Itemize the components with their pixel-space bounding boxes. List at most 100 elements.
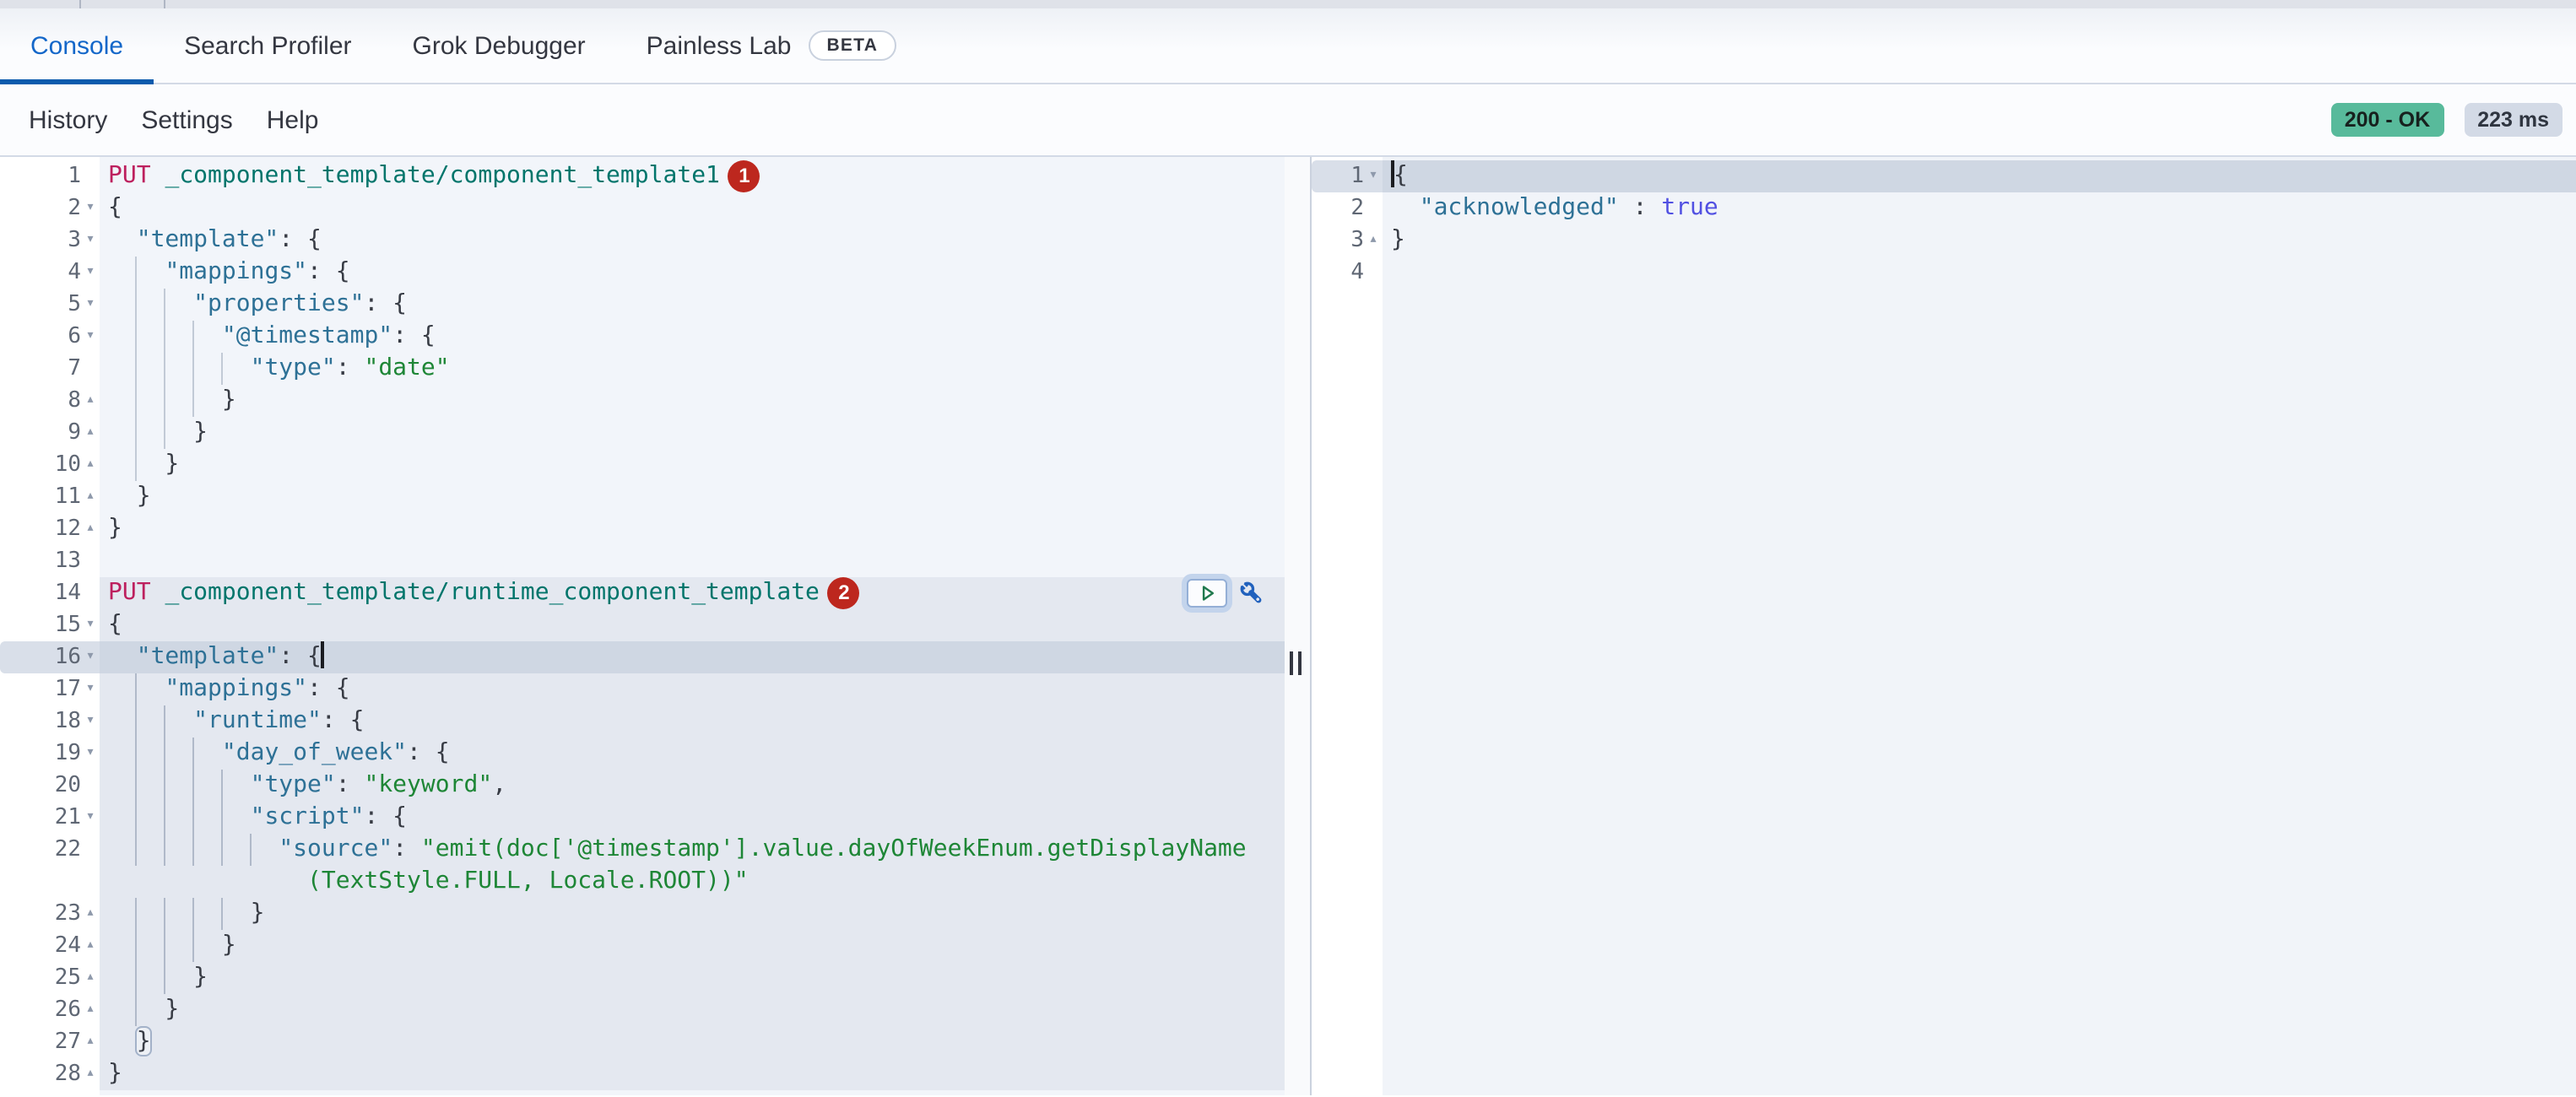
fold-open-icon[interactable]: ▾ xyxy=(81,641,100,673)
code-text[interactable]: "acknowledged" : true xyxy=(1383,192,2576,224)
fold-close-icon[interactable]: ▴ xyxy=(81,513,100,545)
fold-close-icon[interactable]: ▴ xyxy=(81,898,100,930)
editor-line[interactable]: 15▾{ xyxy=(0,609,1285,641)
code-text[interactable]: PUT _component_template/runtime_componen… xyxy=(100,577,1285,609)
fold-open-icon[interactable]: ▾ xyxy=(81,738,100,770)
code-text[interactable] xyxy=(100,545,1285,577)
code-text[interactable]: "mappings": { xyxy=(100,673,1285,705)
code-text[interactable]: "type": "date" xyxy=(100,353,1285,385)
editor-line[interactable]: 23▴ } xyxy=(0,898,1285,930)
editor-line[interactable]: 2 "acknowledged" : true xyxy=(1312,192,2576,224)
editor-line[interactable]: 8▴ } xyxy=(0,385,1285,417)
code-text[interactable]: } xyxy=(100,994,1285,1026)
fold-open-icon[interactable]: ▾ xyxy=(1364,160,1383,192)
editor-line[interactable]: 27▴ } xyxy=(0,1026,1285,1058)
code-text[interactable]: } xyxy=(100,449,1285,481)
fold-open-icon[interactable]: ▾ xyxy=(81,224,100,257)
editor-line[interactable]: 1PUT _component_template/component_templ… xyxy=(0,160,1285,192)
editor-line[interactable]: 10▴ } xyxy=(0,449,1285,481)
fold-close-icon[interactable]: ▴ xyxy=(1364,224,1383,257)
editor-line[interactable]: 4▾ "mappings": { xyxy=(0,257,1285,289)
menu-help[interactable]: Help xyxy=(267,105,319,134)
code-text[interactable]: "type": "keyword", xyxy=(100,770,1285,802)
code-text[interactable] xyxy=(1383,257,2576,289)
editor-line[interactable]: 5▾ "properties": { xyxy=(0,289,1285,321)
editor-line[interactable]: 9▴ } xyxy=(0,417,1285,449)
code-text[interactable]: } xyxy=(100,930,1285,962)
code-text[interactable]: } xyxy=(1383,224,2576,257)
code-text[interactable]: { xyxy=(100,192,1285,224)
editor-line[interactable]: 14PUT _component_template/runtime_compon… xyxy=(0,577,1285,609)
editor-line[interactable]: 21▾ "script": { xyxy=(0,802,1285,834)
fold-close-icon[interactable]: ▴ xyxy=(81,481,100,513)
code-text[interactable]: } xyxy=(100,385,1285,417)
editor-line[interactable]: 12▴} xyxy=(0,513,1285,545)
editor-line[interactable]: 24▴ } xyxy=(0,930,1285,962)
fold-open-icon[interactable]: ▾ xyxy=(81,802,100,834)
code-text[interactable]: "properties": { xyxy=(100,289,1285,321)
editor-line[interactable]: 13 xyxy=(0,545,1285,577)
request-options-button[interactable] xyxy=(1237,579,1266,608)
panel-resizer-handle-icon[interactable] xyxy=(1290,651,1302,675)
code-text[interactable]: } xyxy=(100,481,1285,513)
code-text[interactable]: } xyxy=(100,898,1285,930)
fold-close-icon[interactable]: ▴ xyxy=(81,1058,100,1090)
code-text[interactable]: (TextStyle.FULL, Locale.ROOT))" xyxy=(100,866,1285,898)
editor-line[interactable]: 6▾ "@timestamp": { xyxy=(0,321,1285,353)
code-text[interactable]: "source": "emit(doc['@timestamp'].value.… xyxy=(100,834,1285,866)
code-text[interactable]: "@timestamp": { xyxy=(100,321,1285,353)
fold-close-icon[interactable]: ▴ xyxy=(81,385,100,417)
menu-history[interactable]: History xyxy=(29,105,107,134)
fold-open-icon[interactable]: ▾ xyxy=(81,609,100,641)
editor-line[interactable]: 7 "type": "date" xyxy=(0,353,1285,385)
fold-open-icon[interactable]: ▾ xyxy=(81,321,100,353)
editor-line[interactable]: 18▾ "runtime": { xyxy=(0,705,1285,738)
code-text[interactable]: } xyxy=(100,1026,1285,1058)
tab-painless-lab[interactable]: Painless Lab BETA xyxy=(616,8,927,83)
code-text[interactable]: "template": { xyxy=(100,641,1285,673)
code-text[interactable]: } xyxy=(100,962,1285,994)
fold-close-icon[interactable]: ▴ xyxy=(81,449,100,481)
menu-settings[interactable]: Settings xyxy=(141,105,232,134)
code-text[interactable]: } xyxy=(100,513,1285,545)
fold-open-icon[interactable]: ▾ xyxy=(81,289,100,321)
code-text[interactable]: "template": { xyxy=(100,224,1285,257)
editor-line[interactable]: 4 xyxy=(1312,257,2576,289)
editor-line[interactable]: 2▾{ xyxy=(0,192,1285,224)
response-editor[interactable]: 1▾{2 "acknowledged" : true3▴}4 xyxy=(1312,157,2576,1095)
fold-close-icon[interactable]: ▴ xyxy=(81,1026,100,1058)
editor-line[interactable]: 19▾ "day_of_week": { xyxy=(0,738,1285,770)
code-text[interactable]: "day_of_week": { xyxy=(100,738,1285,770)
fold-open-icon[interactable]: ▾ xyxy=(81,673,100,705)
fold-close-icon[interactable]: ▴ xyxy=(81,930,100,962)
editor-line[interactable]: 25▴ } xyxy=(0,962,1285,994)
code-text[interactable]: "mappings": { xyxy=(100,257,1285,289)
code-text[interactable]: "runtime": { xyxy=(100,705,1285,738)
editor-line[interactable]: 1▾{ xyxy=(1312,160,2576,192)
editor-line[interactable]: 22 "source": "emit(doc['@timestamp'].val… xyxy=(0,834,1285,866)
editor-line[interactable]: (TextStyle.FULL, Locale.ROOT))" xyxy=(0,866,1285,898)
code-text[interactable]: { xyxy=(100,609,1285,641)
fold-open-icon[interactable]: ▾ xyxy=(81,192,100,224)
fold-close-icon[interactable]: ▴ xyxy=(81,962,100,994)
editor-line[interactable]: 16▾ "template": { xyxy=(0,641,1285,673)
editor-line[interactable]: 17▾ "mappings": { xyxy=(0,673,1285,705)
fold-close-icon[interactable]: ▴ xyxy=(81,417,100,449)
tab-grok-debugger[interactable]: Grok Debugger xyxy=(382,8,616,83)
code-text[interactable]: "script": { xyxy=(100,802,1285,834)
editor-line[interactable]: 26▴ } xyxy=(0,994,1285,1026)
code-text[interactable]: { xyxy=(1383,160,2576,192)
panel-resizer[interactable] xyxy=(1285,157,1312,1095)
tab-console[interactable]: Console xyxy=(0,8,154,83)
editor-line[interactable]: 3▴} xyxy=(1312,224,2576,257)
editor-line[interactable]: 11▴ } xyxy=(0,481,1285,513)
code-text[interactable]: PUT _component_template/component_templa… xyxy=(100,160,1285,192)
fold-open-icon[interactable]: ▾ xyxy=(81,257,100,289)
fold-close-icon[interactable]: ▴ xyxy=(81,994,100,1026)
code-text[interactable]: } xyxy=(100,1058,1285,1090)
editor-line[interactable]: 20 "type": "keyword", xyxy=(0,770,1285,802)
tab-search-profiler[interactable]: Search Profiler xyxy=(154,8,382,83)
request-editor[interactable]: 1PUT _component_template/component_templ… xyxy=(0,157,1285,1095)
editor-line[interactable]: 3▾ "template": { xyxy=(0,224,1285,257)
code-text[interactable]: } xyxy=(100,417,1285,449)
